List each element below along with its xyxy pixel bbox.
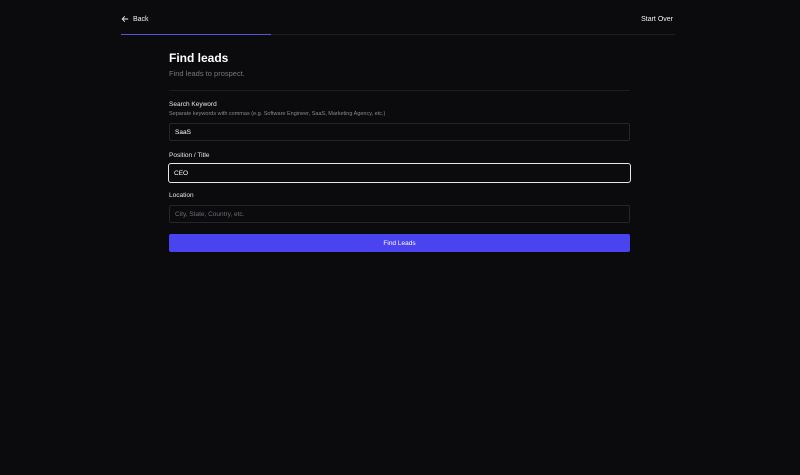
position-label: Position / Title [169,152,210,159]
find-leads-form: Find leads Find leads to prospect. Searc… [168,50,631,252]
location-input[interactable] [169,205,630,223]
location-field-group: Location [169,191,630,223]
keyword-input[interactable] [169,123,630,141]
back-button[interactable]: Back [121,15,149,23]
start-over-button[interactable]: Start Over [641,16,673,23]
arrow-left-icon [121,15,129,23]
keyword-field-group: Search Keyword Separate keywords with co… [169,100,630,141]
position-field-group: Position / Title [168,151,631,183]
top-bar: Back Start Over [121,0,675,36]
position-input[interactable] [168,163,631,183]
page-subtitle: Find leads to prospect. [169,69,245,78]
back-label: Back [133,15,149,23]
keyword-label: Search Keyword [169,101,217,108]
header-divider [169,90,630,91]
page-title: Find leads [169,51,229,65]
location-label: Location [169,192,194,199]
keyword-hint: Separate keywords with commas (e.g. Soft… [169,111,386,117]
find-leads-button[interactable]: Find Leads [169,234,630,252]
progress-fill [121,34,271,35]
